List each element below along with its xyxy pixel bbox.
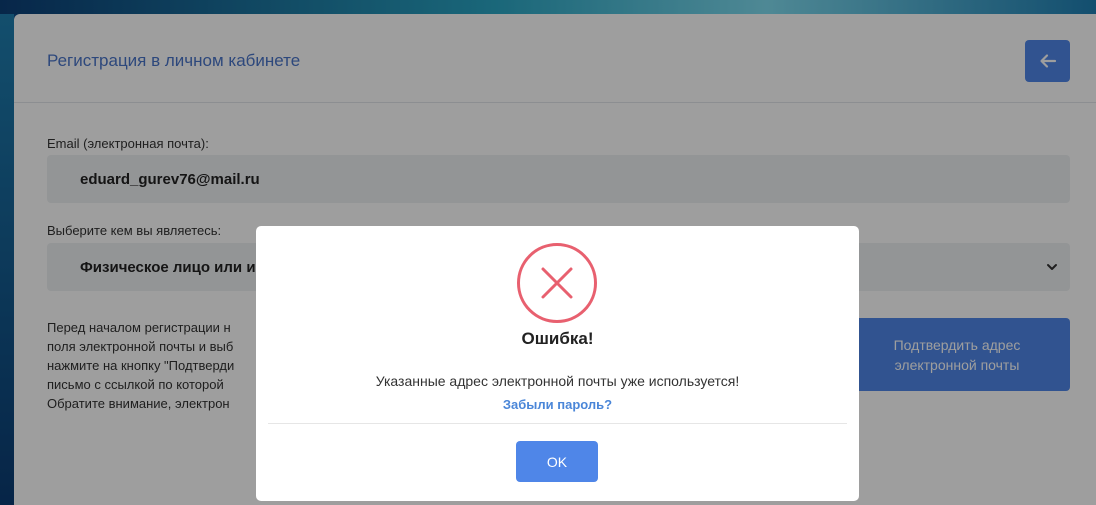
dialog-divider [268, 423, 847, 424]
dialog-title: Ошибка! [521, 329, 594, 348]
ok-button[interactable]: OK [516, 441, 598, 482]
forgot-password-link[interactable]: Забыли пароль? [256, 397, 859, 412]
error-dialog: Ошибка! Указанные адрес электронной почт… [256, 226, 859, 501]
dialog-message: Указанные адрес электронной почты уже ис… [375, 373, 740, 389]
error-x-icon [517, 243, 597, 323]
